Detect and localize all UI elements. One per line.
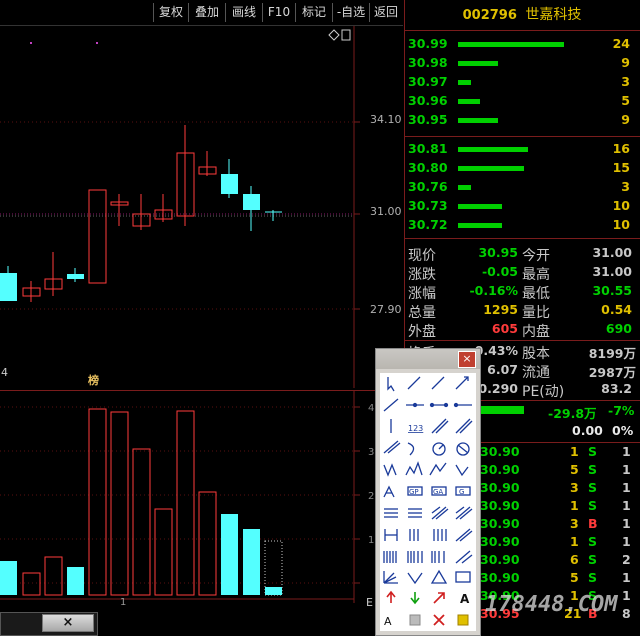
palette-close-button[interactable]: × (458, 351, 476, 368)
quote-row: 外盘 605 内盘 690 (408, 321, 632, 340)
site-watermark: 178448.COM (485, 592, 618, 617)
ask-row: 30.99 24 (408, 36, 630, 51)
svg-text:3: 3 (368, 447, 374, 458)
ask-row: 30.98 9 (408, 55, 630, 70)
draw-line-button[interactable]: 画线 (225, 3, 262, 22)
cursor-icon (387, 377, 395, 392)
rank-badge[interactable]: 榜 (88, 372, 99, 388)
volume-bars (0, 408, 283, 596)
restore-rights-button[interactable]: 复权 (153, 3, 188, 22)
flow2-value: 0.00 (572, 423, 603, 438)
window-icon (341, 29, 351, 41)
tick-row: 30.90 5 S 1 (480, 570, 631, 585)
ask-row: 30.97 3 (408, 74, 630, 89)
tool-grid: 123 GP GA G A A (380, 373, 476, 631)
svg-text:G: G (459, 488, 464, 496)
quote-row: 涨幅 -0.16% 最低 30.55 (408, 283, 632, 302)
bid-row: 30.80 15 (408, 160, 630, 175)
price-label-mid: 31.00 (370, 205, 402, 218)
bid-row: 30.72 10 (408, 217, 630, 232)
ask-row: 30.95 9 (408, 112, 630, 127)
bid-row: 30.73 10 (408, 198, 630, 213)
f10-button[interactable]: F10 (262, 3, 295, 22)
quote-row: 总量 1295 量比 0.54 (408, 302, 632, 321)
tick-row: 30.90 1 S 1 (480, 444, 631, 459)
price-label-low: 27.90 (370, 303, 402, 316)
left-marker: 4 (1, 366, 8, 379)
palette-titlebar[interactable]: × (376, 349, 480, 369)
tick-row: 30.90 1 S 1 (480, 498, 631, 513)
svg-text:123: 123 (408, 424, 423, 433)
svg-text:2: 2 (368, 491, 374, 502)
flow-pct: -7% (608, 403, 635, 418)
svg-text:1: 1 (368, 535, 374, 546)
candlestick-chart[interactable]: 34.10 31.00 27.90 4 榜 (0, 26, 403, 388)
quote-row: 涨跌 -0.05 最高 31.00 (408, 264, 632, 283)
ask-row: 30.96 5 (408, 93, 630, 108)
bid-row: 30.76 3 (408, 179, 630, 194)
bid-row: 30.81 16 (408, 141, 630, 156)
flow2-pct: 0% (612, 423, 634, 438)
price-label-high: 34.10 (370, 113, 402, 126)
flow-value: -29.8万 (548, 406, 597, 421)
svg-text:4: 4 (368, 403, 374, 414)
back-button[interactable]: 返回 (369, 3, 402, 22)
diamond-icon (328, 29, 340, 41)
mark-button[interactable]: 标记 (295, 3, 332, 22)
quote-row: 现价 30.95 今开 31.00 (408, 245, 632, 264)
close-button[interactable]: × (42, 614, 94, 632)
volume-chart[interactable]: 4 3 2 1 1 E (0, 390, 403, 609)
svg-text:A: A (460, 592, 470, 606)
chart-toolbar: 复权 叠加 画线 F10 标记 -自选 返回 (0, 0, 403, 26)
stock-header: 002796 世嘉科技 (404, 0, 640, 31)
tick-row: 30.90 5 S 1 (480, 462, 631, 477)
flow-bar (480, 406, 524, 414)
bottom-marker: 1 (120, 597, 127, 608)
tick-row: 30.90 6 S 2 (480, 552, 631, 567)
stock-code: 002796 (462, 8, 517, 23)
tick-row: 30.90 3 S 1 (480, 480, 631, 495)
tick-row: 30.90 1 S 1 (480, 534, 631, 549)
svg-text:A: A (384, 615, 392, 628)
add-watchlist-button[interactable]: -自选 (332, 3, 369, 22)
overlay-button[interactable]: 叠加 (188, 3, 225, 22)
svg-text:GP: GP (409, 488, 419, 496)
svg-text:GA: GA (433, 488, 443, 496)
stock-name: 世嘉科技 (525, 7, 582, 23)
drawing-tool-palette[interactable]: × 123 GP GA G A A (375, 348, 481, 636)
vol-axis-label: E (366, 596, 373, 609)
tick-row: 30.90 3 B 1 (480, 516, 631, 531)
